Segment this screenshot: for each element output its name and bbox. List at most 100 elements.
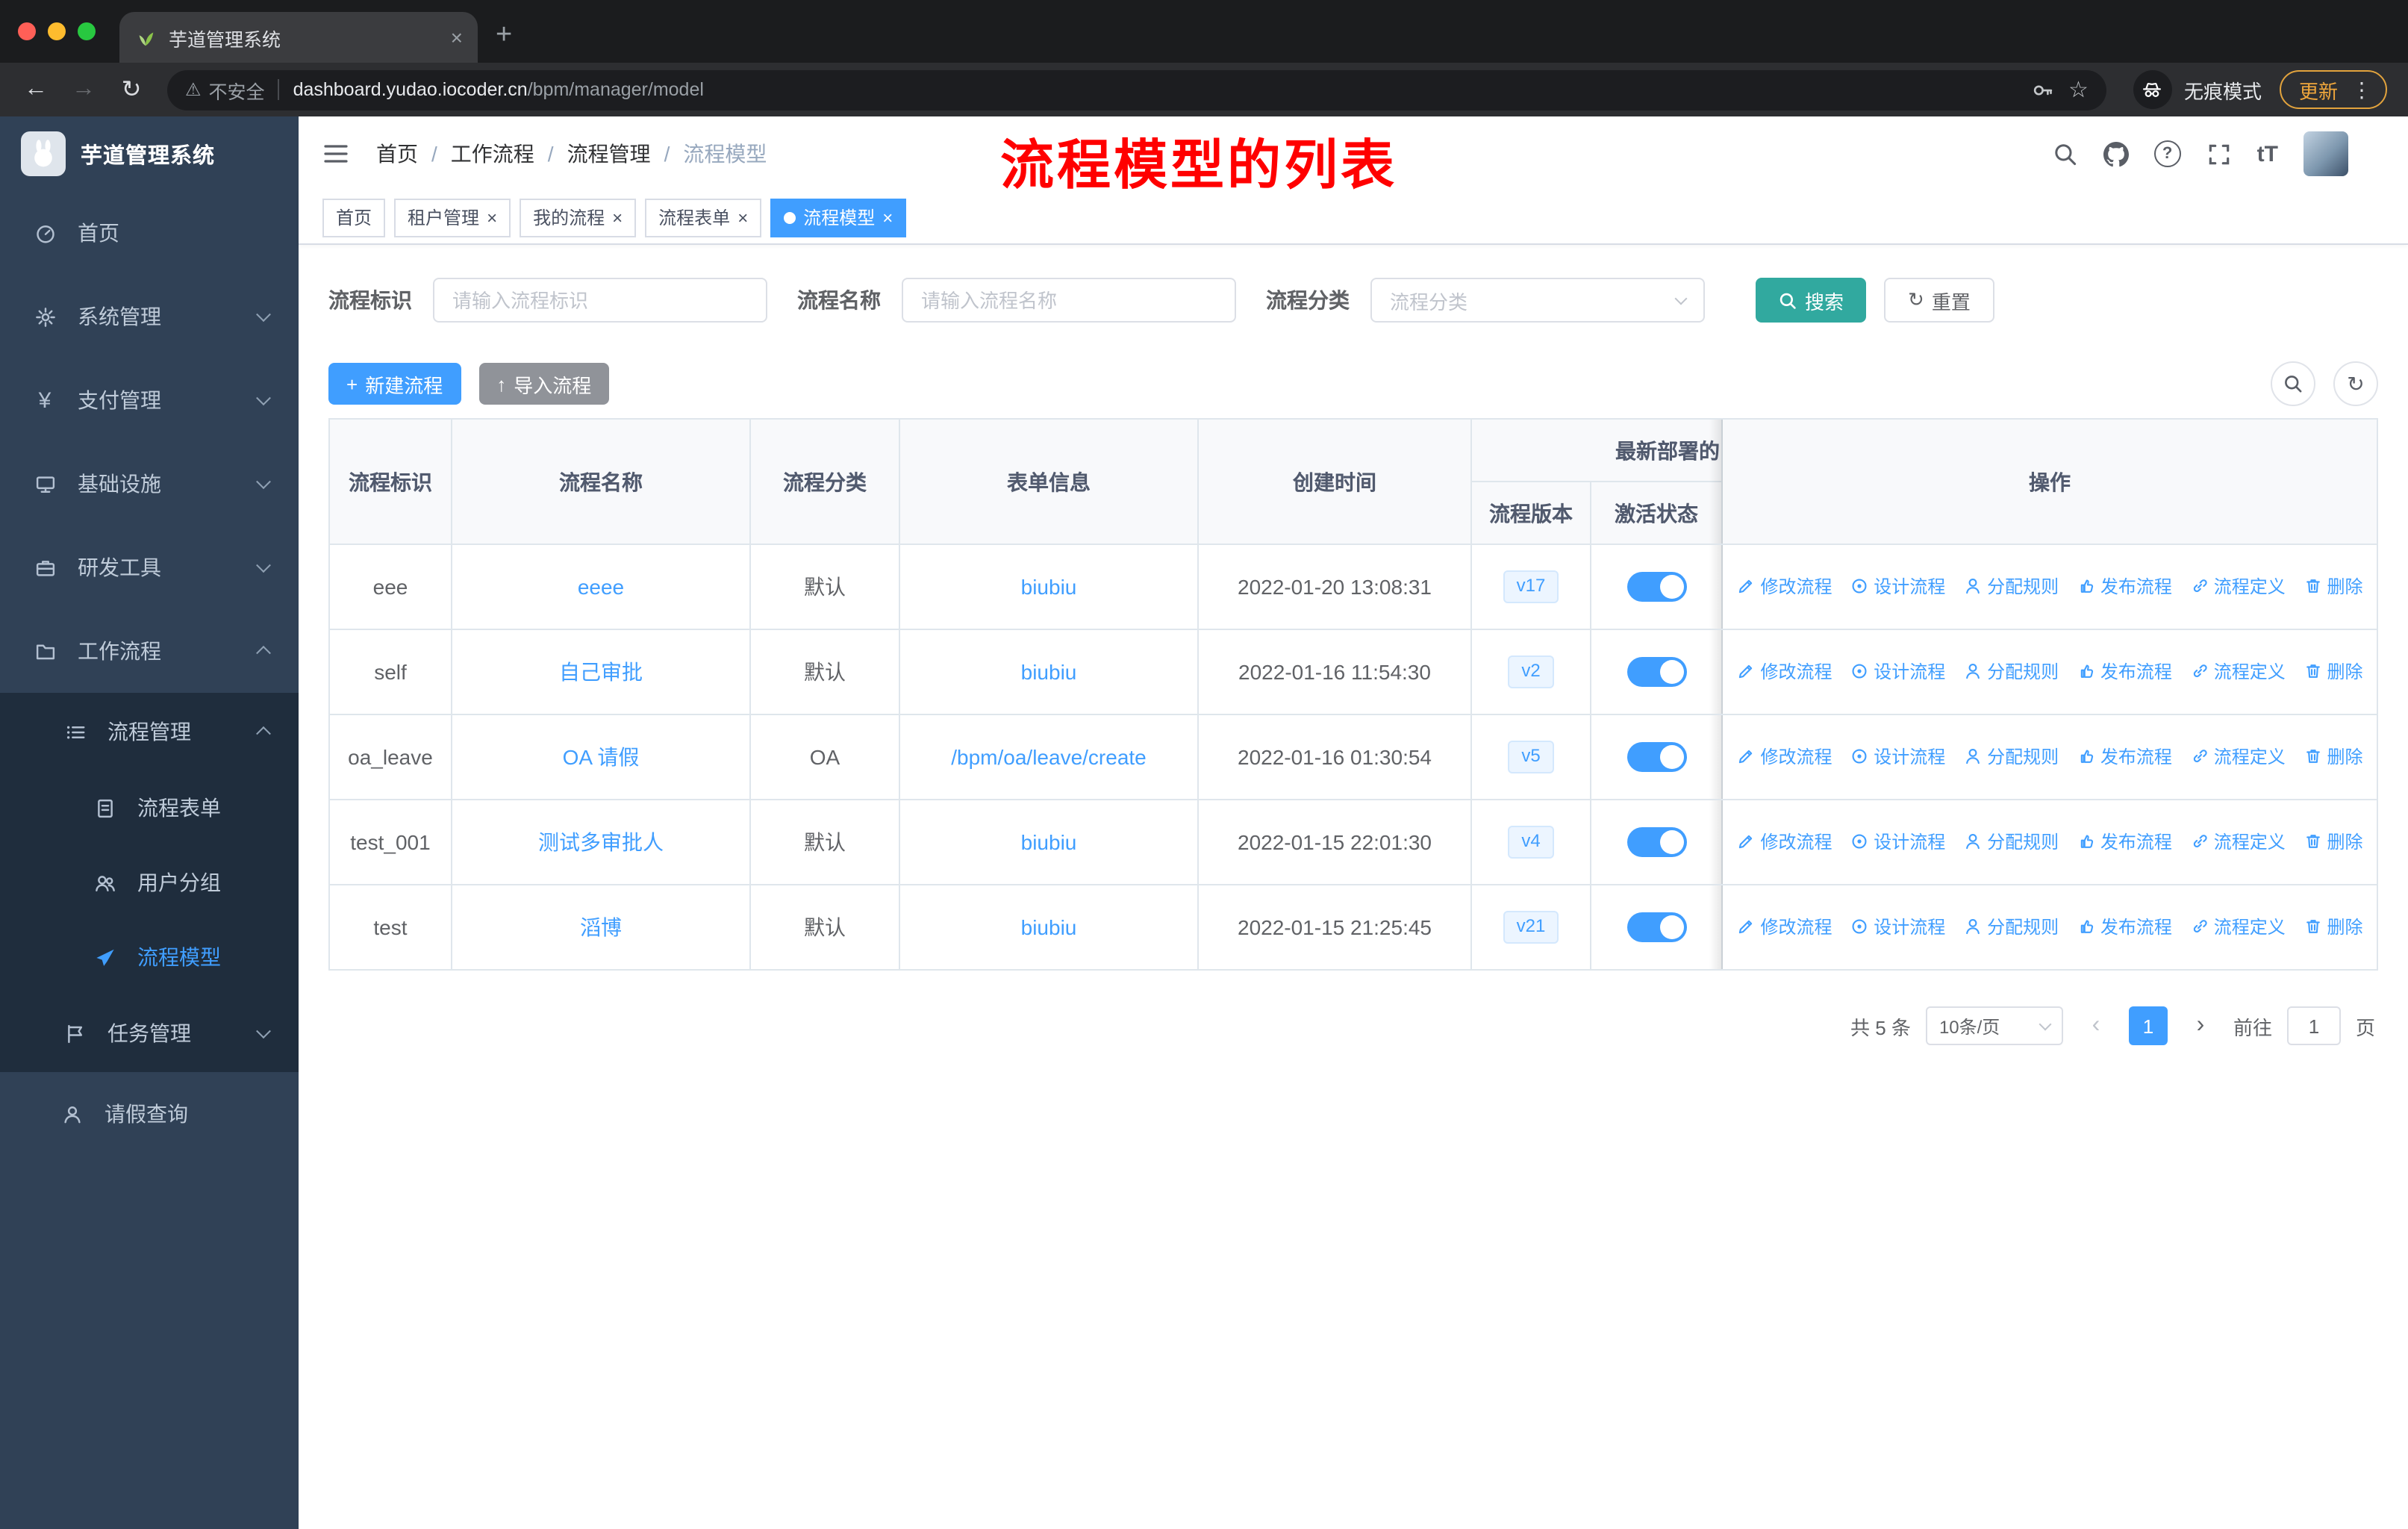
browser-tab[interactable]: 芋道管理系统 × [119, 12, 478, 63]
sidebar-item-workflow[interactable]: 工作流程 [0, 609, 299, 693]
new-tab-button[interactable]: + [496, 19, 512, 52]
tag-close-icon[interactable]: × [612, 207, 623, 228]
reload-button[interactable]: ↻ [110, 69, 152, 110]
tag-close-icon[interactable]: × [487, 207, 497, 228]
active-toggle[interactable] [1626, 742, 1686, 772]
form-info-link[interactable]: biubiu [1021, 830, 1077, 854]
app-logo[interactable]: 芋道管理系统 [0, 116, 299, 191]
search-icon[interactable] [2053, 141, 2078, 166]
action-modify-process[interactable]: 修改流程 [1736, 744, 1832, 769]
sidebar-item-leave-query[interactable]: 请假查询 [0, 1072, 299, 1156]
action-assign-rule[interactable]: 分配规则 [1963, 914, 2059, 939]
action-process-definition[interactable]: 流程定义 [2190, 658, 2286, 684]
reset-button[interactable]: ↻ 重置 [1884, 278, 1994, 323]
action-design-process[interactable]: 设计流程 [1850, 573, 1945, 599]
sidebar-item-home[interactable]: 首页 [0, 191, 299, 275]
action-delete[interactable]: 删除 [2303, 829, 2363, 854]
process-name-link[interactable]: 自己审批 [559, 660, 643, 684]
next-page-button[interactable]: › [2183, 1012, 2218, 1039]
action-publish-process[interactable]: 发布流程 [2077, 744, 2172, 769]
form-info-link[interactable]: biubiu [1021, 915, 1077, 939]
form-info-link[interactable]: biubiu [1021, 660, 1077, 684]
prev-page-button[interactable]: ‹ [2078, 1012, 2114, 1039]
github-icon[interactable] [2103, 141, 2129, 166]
action-process-definition[interactable]: 流程定义 [2190, 829, 2286, 854]
sidebar-item-payment-management[interactable]: ¥ 支付管理 [0, 358, 299, 442]
action-process-definition[interactable]: 流程定义 [2190, 744, 2286, 769]
sidebar-item-dev-tools[interactable]: 研发工具 [0, 526, 299, 609]
action-design-process[interactable]: 设计流程 [1850, 914, 1945, 939]
toggle-search-button[interactable] [2271, 361, 2315, 406]
sidebar-item-process-form[interactable]: 流程表单 [0, 770, 299, 845]
action-assign-rule[interactable]: 分配规则 [1963, 573, 2059, 599]
action-publish-process[interactable]: 发布流程 [2077, 658, 2172, 684]
tag-process-form[interactable]: 流程表单 × [645, 198, 762, 237]
tag-my-process[interactable]: 我的流程 × [520, 198, 637, 237]
forward-button[interactable]: → [63, 69, 105, 110]
sidebar-item-process-model[interactable]: 流程模型 [0, 920, 299, 994]
breadcrumb-workflow[interactable]: 工作流程 [451, 139, 534, 169]
action-delete[interactable]: 删除 [2303, 573, 2363, 599]
action-design-process[interactable]: 设计流程 [1850, 744, 1945, 769]
bookmark-star-icon[interactable]: ☆ [2068, 76, 2089, 103]
process-id-input[interactable] [433, 278, 767, 323]
window-zoom-button[interactable] [78, 22, 96, 40]
action-modify-process[interactable]: 修改流程 [1736, 658, 1832, 684]
active-toggle[interactable] [1626, 912, 1686, 942]
search-button[interactable]: 搜索 [1756, 278, 1867, 323]
action-process-definition[interactable]: 流程定义 [2190, 914, 2286, 939]
window-minimize-button[interactable] [48, 22, 66, 40]
back-button[interactable]: ← [15, 69, 57, 110]
page-number-1[interactable]: 1 [2128, 1006, 2168, 1045]
browser-menu-icon[interactable]: ⋮ [2351, 77, 2372, 102]
breadcrumb-process-management[interactable]: 流程管理 [567, 139, 651, 169]
action-assign-rule[interactable]: 分配规则 [1963, 658, 2059, 684]
update-button[interactable]: 更新 ⋮ [2279, 70, 2387, 109]
process-name-link[interactable]: OA 请假 [563, 745, 640, 769]
category-select[interactable]: 流程分类 [1370, 278, 1705, 323]
page-size-select[interactable]: 10条/页 [1925, 1006, 2063, 1045]
active-toggle[interactable] [1626, 572, 1686, 602]
active-toggle[interactable] [1626, 827, 1686, 857]
process-name-link[interactable]: 测试多审批人 [538, 830, 664, 854]
user-avatar[interactable] [2303, 131, 2348, 176]
action-design-process[interactable]: 设计流程 [1850, 658, 1945, 684]
sidebar-item-system-management[interactable]: 系统管理 [0, 275, 299, 358]
action-publish-process[interactable]: 发布流程 [2077, 914, 2172, 939]
action-design-process[interactable]: 设计流程 [1850, 829, 1945, 854]
action-delete[interactable]: 删除 [2303, 744, 2363, 769]
form-info-link[interactable]: /bpm/oa/leave/create [951, 745, 1147, 769]
action-assign-rule[interactable]: 分配规则 [1963, 744, 2059, 769]
import-process-button[interactable]: ↑ 导入流程 [478, 363, 610, 405]
action-modify-process[interactable]: 修改流程 [1736, 914, 1832, 939]
tab-close-icon[interactable]: × [451, 25, 463, 49]
tag-home[interactable]: 首页 [322, 198, 386, 237]
action-modify-process[interactable]: 修改流程 [1736, 573, 1832, 599]
action-assign-rule[interactable]: 分配规则 [1963, 829, 2059, 854]
action-delete[interactable]: 删除 [2303, 914, 2363, 939]
tag-tenant-management[interactable]: 租户管理 × [394, 198, 511, 237]
action-process-definition[interactable]: 流程定义 [2190, 573, 2286, 599]
goto-page-input[interactable] [2286, 1006, 2341, 1045]
action-publish-process[interactable]: 发布流程 [2077, 573, 2172, 599]
sidebar-toggle-icon[interactable] [322, 140, 349, 167]
address-bar[interactable]: ⚠ 不安全 dashboard.yudao.iocoder.cn /bpm/ma… [167, 69, 2106, 110]
font-size-icon[interactable]: tT [2257, 141, 2278, 166]
action-publish-process[interactable]: 发布流程 [2077, 829, 2172, 854]
process-name-input[interactable] [902, 278, 1236, 323]
tag-close-icon[interactable]: × [737, 207, 748, 228]
password-key-icon[interactable] [2031, 78, 2053, 101]
process-name-link[interactable]: 滔博 [580, 915, 622, 939]
active-toggle[interactable] [1626, 657, 1686, 687]
security-label[interactable]: 不安全 [209, 75, 265, 104]
window-close-button[interactable] [18, 22, 36, 40]
create-process-button[interactable]: + 新建流程 [328, 363, 461, 405]
form-info-link[interactable]: biubiu [1021, 575, 1077, 599]
sidebar-item-process-management[interactable]: 流程管理 [0, 693, 299, 770]
action-delete[interactable]: 删除 [2303, 658, 2363, 684]
process-name-link[interactable]: eeee [578, 575, 624, 599]
fullscreen-icon[interactable] [2206, 141, 2232, 166]
breadcrumb-home[interactable]: 首页 [376, 139, 418, 169]
sidebar-item-task-management[interactable]: 任务管理 [0, 994, 299, 1072]
action-modify-process[interactable]: 修改流程 [1736, 829, 1832, 854]
